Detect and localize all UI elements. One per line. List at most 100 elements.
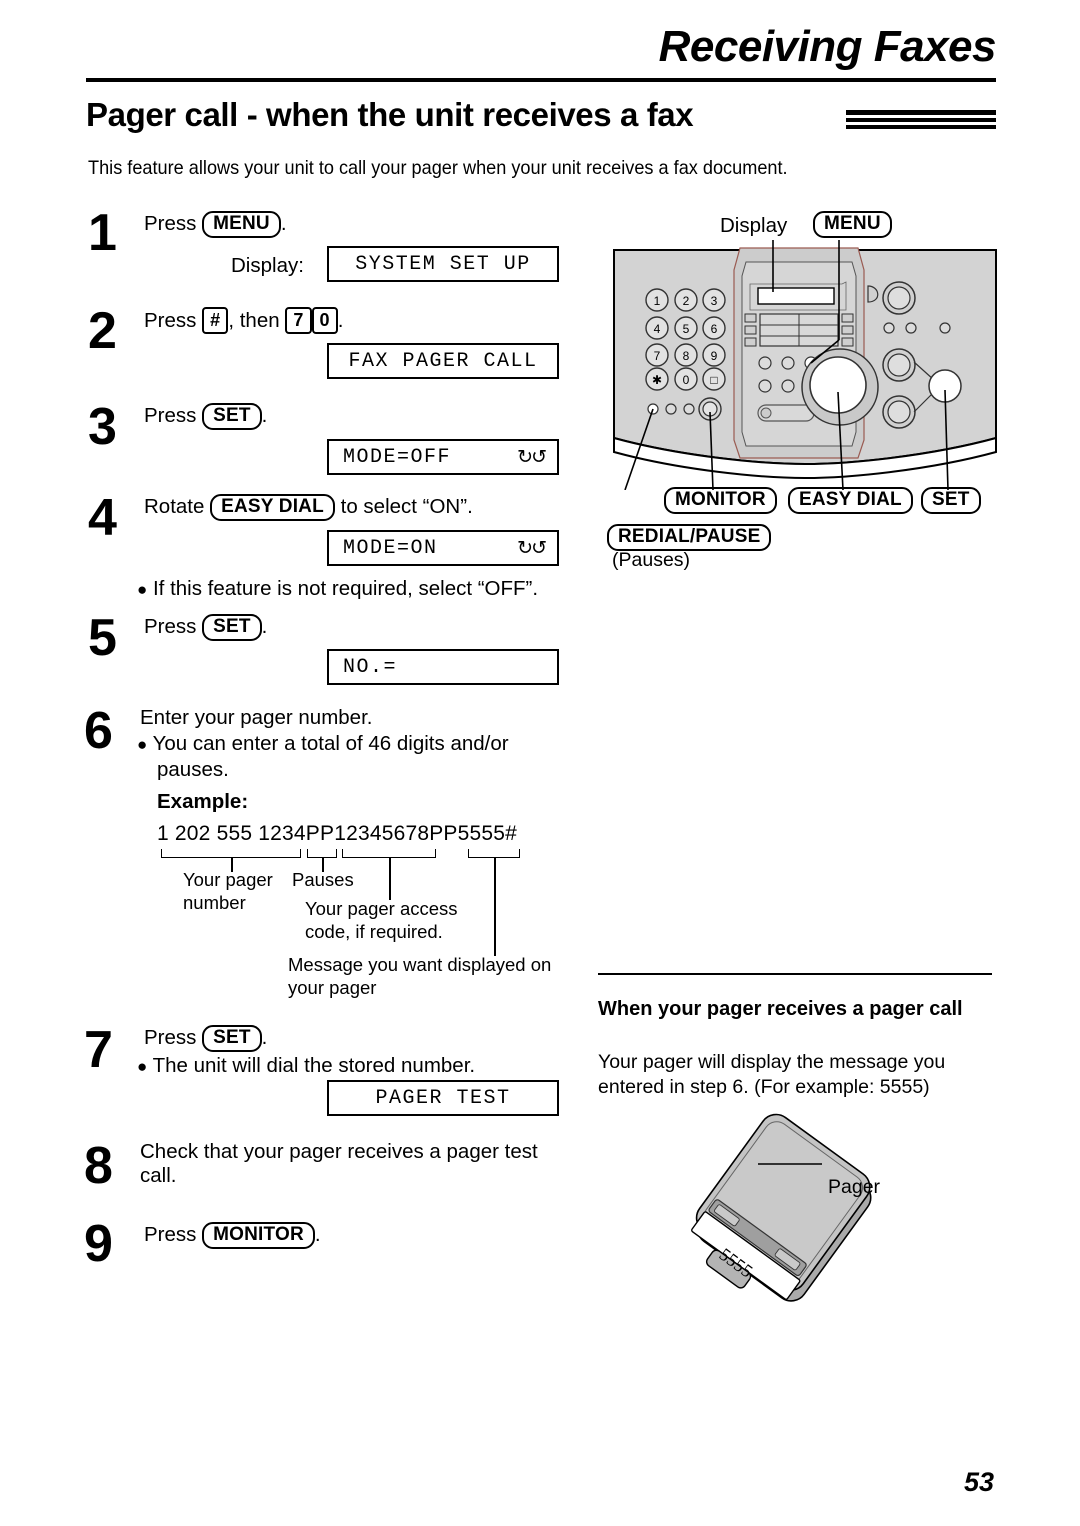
step-7-bullet-text: The unit will dial the stored number. <box>152 1054 476 1077</box>
monitor-key[interactable]: MONITOR <box>202 1222 315 1249</box>
step-1-press-label: Press <box>144 212 197 235</box>
easy-dial-key-callout[interactable]: EASY DIAL <box>788 487 913 514</box>
step-5-press-label: Press <box>144 615 197 638</box>
pager-section-heading: When your pager receives a pager call <box>598 998 963 1020</box>
lcd-text: NO.= <box>343 655 398 679</box>
step-7-press-label: Press <box>144 1026 197 1049</box>
svg-text:3: 3 <box>711 294 718 308</box>
step-number-5: 5 <box>88 609 117 667</box>
example-label: Example: <box>157 790 249 813</box>
svg-text:2: 2 <box>683 294 690 308</box>
pager-section-body: Your pager will display the message you … <box>598 1050 945 1100</box>
step-number-7: 7 <box>84 1021 113 1079</box>
callout-monitor: MONITOR <box>664 487 777 514</box>
step-7-bullet: ● The unit will dial the stored number. <box>137 1054 476 1077</box>
lcd-text: MODE=OFF <box>343 445 452 469</box>
annotation-line: code, if required. <box>305 921 443 942</box>
annotation-line: Message you want displayed on <box>288 954 552 975</box>
lcd-text: MODE=ON <box>343 536 438 560</box>
section-title: Pager call - when the unit receives a fa… <box>86 96 694 133</box>
callout-set: SET <box>921 487 981 514</box>
step-number-4: 4 <box>88 489 117 547</box>
step-1-period: . <box>280 212 287 235</box>
fax-control-panel-illustration: 1 2 3 4 5 6 7 8 9 ✱ 0 □ <box>613 240 997 490</box>
manual-page: Receiving Faxes Pager call - when the un… <box>0 0 1080 1526</box>
bracket-access-code <box>342 849 436 858</box>
step-number-8: 8 <box>84 1137 113 1195</box>
lcd-text: PAGER TEST <box>375 1086 511 1110</box>
pager-label: Pager <box>828 1176 881 1198</box>
step-9-press-label: Press <box>144 1223 197 1246</box>
lcd-text: SYSTEM SET UP <box>355 252 531 276</box>
lcd-text: FAX PAGER CALL <box>348 349 538 373</box>
monitor-key-callout[interactable]: MONITOR <box>664 487 777 514</box>
chapter-title: Receiving Faxes <box>658 22 997 71</box>
page-number: 53 <box>963 1467 994 1497</box>
lcd-fax-pager-call: FAX PAGER CALL <box>327 343 559 379</box>
annotation-pauses: Pauses <box>292 869 354 890</box>
step-number-3: 3 <box>88 398 117 456</box>
rotate-dial-icon: ↻↺ <box>517 446 547 468</box>
section-title-bars <box>846 110 996 129</box>
diagram-menu-callout: MENU <box>813 211 892 238</box>
svg-text:0: 0 <box>683 373 690 387</box>
menu-key[interactable]: MENU <box>202 211 281 238</box>
step-6-bullet-text: You can enter a total of 46 digits and/o… <box>152 732 509 755</box>
step-9-period: . <box>314 1223 321 1246</box>
svg-text:6: 6 <box>711 322 718 336</box>
step-4-bullet: ● If this feature is not required, selec… <box>137 577 539 600</box>
annotation-message: Message you want displayed on your pager <box>288 953 551 999</box>
svg-text:✱: ✱ <box>652 373 662 387</box>
easy-dial-key[interactable]: EASY DIAL <box>210 494 335 521</box>
example-pager-number: 1 202 555 1234PP12345678PP5555# <box>157 822 518 845</box>
set-key[interactable]: SET <box>202 1025 262 1052</box>
rotate-dial-icon: ↻↺ <box>517 537 547 559</box>
step-3-period: . <box>261 404 268 427</box>
set-key[interactable]: SET <box>202 403 262 430</box>
svg-text:5: 5 <box>683 322 690 336</box>
step-4-suffix: to select “ON”. <box>340 495 473 518</box>
step-1-display-label: Display: <box>231 254 304 277</box>
svg-text:4: 4 <box>654 322 661 336</box>
leader-message <box>494 858 496 956</box>
step-7-instruction: Press SET. <box>144 1025 267 1052</box>
step-2-period: . <box>337 309 344 332</box>
step-6-bullet: ● You can enter a total of 46 digits and… <box>137 732 509 755</box>
step-8-line1: Check that your pager receives a pager t… <box>140 1140 538 1163</box>
step-3-press-label: Press <box>144 404 197 427</box>
set-key-callout[interactable]: SET <box>921 487 981 514</box>
menu-key-callout[interactable]: MENU <box>813 211 892 238</box>
step-6-bullet-cont: pauses. <box>157 758 229 781</box>
pauses-note: (Pauses) <box>612 549 691 571</box>
step-5-period: . <box>261 615 268 638</box>
lcd-number-entry: NO.= <box>327 649 559 685</box>
bracket-pauses <box>307 849 337 858</box>
step-number-2: 2 <box>88 302 117 360</box>
svg-text:9: 9 <box>711 349 718 363</box>
step-4-rotate-label: Rotate <box>144 495 205 518</box>
pager-body-line2: entered in step 6. (For example: 5555) <box>598 1076 930 1098</box>
step-7-period: . <box>261 1026 268 1049</box>
pager-section-divider <box>598 973 992 975</box>
pager-illustration: 5555 <box>691 1113 872 1302</box>
step-9-instruction: Press MONITOR. <box>144 1222 321 1249</box>
pager-body-line1: Your pager will display the message you <box>598 1051 946 1073</box>
callout-redial-pause: REDIAL/PAUSE <box>607 524 772 551</box>
redial-pause-key-callout[interactable]: REDIAL/PAUSE <box>607 524 772 551</box>
seven-key[interactable]: 7 <box>285 307 312 334</box>
bracket-message <box>468 849 520 858</box>
hash-key[interactable]: # <box>202 307 229 334</box>
step-number-1: 1 <box>88 204 117 262</box>
step-2-instruction: Press #, then 70. <box>144 307 343 334</box>
zero-key[interactable]: 0 <box>311 307 338 334</box>
set-key[interactable]: SET <box>202 614 262 641</box>
lcd-pager-test: PAGER TEST <box>327 1080 559 1116</box>
step-8-line2: call. <box>140 1164 177 1187</box>
step-6-line1: Enter your pager number. <box>140 706 373 729</box>
bracket-pager-number <box>161 849 301 858</box>
callout-easy-dial: EASY DIAL <box>788 487 913 514</box>
step-2-then-label: , then <box>228 309 280 332</box>
lcd-system-set-up: SYSTEM SET UP <box>327 246 559 282</box>
leader-access-code <box>389 858 391 900</box>
annotation-line: your pager <box>288 977 377 998</box>
